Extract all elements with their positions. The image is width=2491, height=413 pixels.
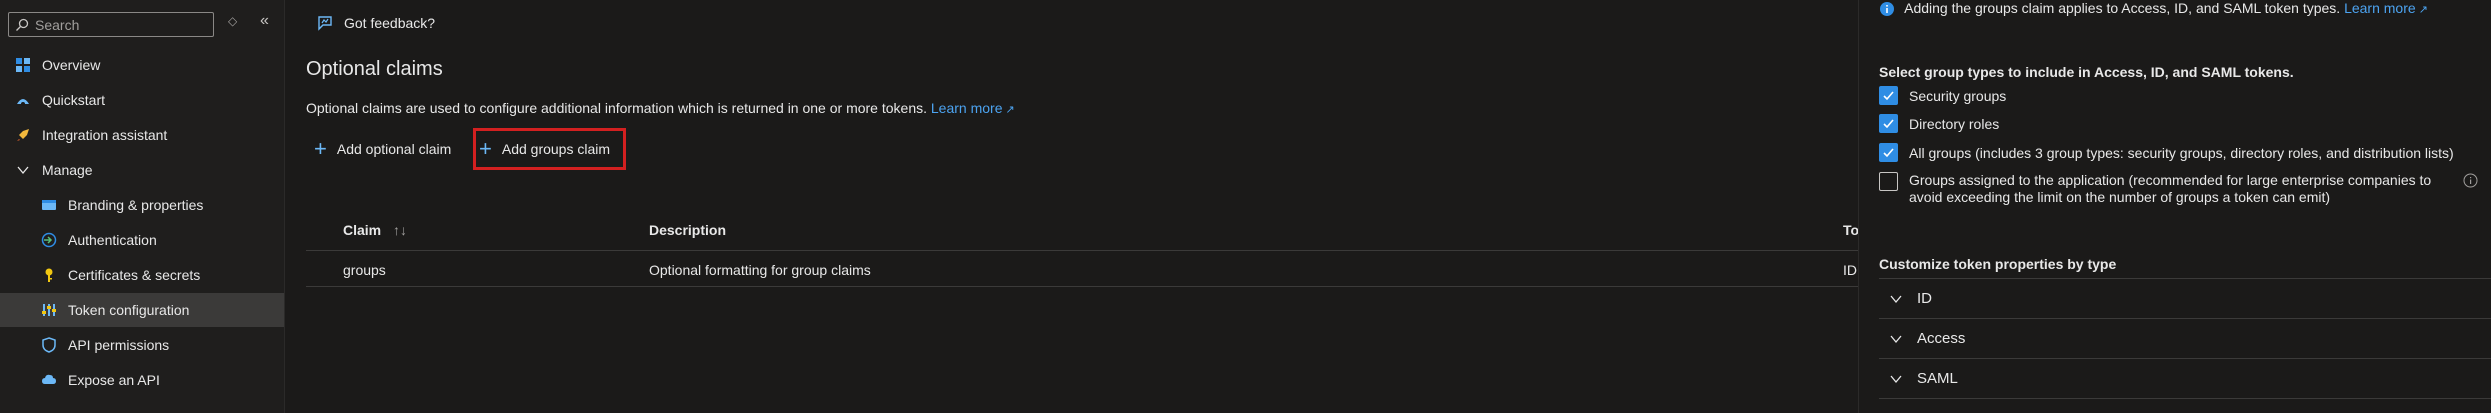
accordion-id[interactable]: ID [1889, 290, 1932, 307]
feedback-label: Got feedback? [344, 15, 436, 31]
search-placeholder: Search [35, 17, 80, 33]
column-header-token-type: To [1843, 222, 1860, 238]
checkbox-checked-icon[interactable] [1879, 143, 1898, 162]
sidebar-item-expose-api[interactable]: Expose an API [0, 363, 284, 397]
sidebar-item-token-configuration[interactable]: Token configuration [0, 293, 284, 327]
chevron-down-icon [1889, 292, 1903, 306]
add-optional-claim-label: Add optional claim [336, 141, 452, 157]
checkbox-checked-icon[interactable] [1879, 86, 1898, 105]
option-groups-assigned[interactable]: Groups assigned to the application (reco… [1879, 172, 2431, 206]
checkbox-unchecked-icon[interactable] [1879, 172, 1898, 191]
section-divider [1879, 358, 2491, 359]
external-link-icon: ↗ [1002, 104, 1015, 116]
accordion-label: SAML [1917, 370, 1958, 387]
learn-more-link[interactable]: Learn more ↗ [931, 100, 1015, 116]
column-header-description: Description [649, 222, 727, 238]
checkbox-checked-icon[interactable] [1879, 114, 1898, 133]
table-cell-token-type: ID [1843, 262, 1857, 278]
option-label: Groups assigned to the application (reco… [1909, 172, 2431, 206]
sidebar-item-label: Quickstart [42, 92, 106, 108]
branding-icon [40, 196, 58, 214]
plus-icon: + [479, 136, 492, 161]
option-label-line2: avoid exceeding the limit on the number … [1909, 189, 2331, 205]
plus-icon: + [314, 136, 327, 161]
accordion-label: Access [1917, 330, 1966, 347]
page-title: Optional claims [306, 58, 443, 80]
sidebar-item-label: Expose an API [68, 372, 160, 388]
accordion-saml[interactable]: SAML [1889, 370, 1958, 387]
sidebar-item-label: API permissions [68, 337, 170, 353]
section-divider [1879, 398, 2491, 399]
external-link-icon: ↗ [2415, 4, 2428, 16]
sidebar-item-api-permissions[interactable]: API permissions [0, 328, 284, 362]
sort-toggle-icon[interactable]: ◇ [228, 14, 237, 28]
customize-heading: Customize token properties by type [1879, 256, 2117, 272]
api-permissions-icon [40, 336, 58, 354]
table-row-divider [306, 286, 1858, 287]
feedback-button[interactable]: Got feedback? [316, 14, 435, 32]
overview-icon [14, 56, 32, 74]
quickstart-icon [14, 91, 32, 109]
sidebar-item-label: Branding & properties [68, 197, 204, 213]
sidebar-item-label: Authentication [68, 232, 157, 248]
option-security-groups[interactable]: Security groups [1879, 86, 2006, 105]
table-cell-claim: groups [343, 262, 386, 278]
add-groups-claim-button[interactable]: + Add groups claim [479, 138, 610, 160]
table-header-divider [306, 250, 1858, 251]
option-directory-roles[interactable]: Directory roles [1879, 114, 1999, 133]
collapse-sidebar-icon[interactable]: « [260, 12, 269, 30]
select-group-types-heading: Select group types to include in Access,… [1879, 64, 2294, 80]
option-all-groups[interactable]: All groups (includes 3 group types: secu… [1879, 143, 2454, 162]
sort-icon: ↑↓ [393, 222, 408, 238]
table-cell-description: Optional formatting for group claims [649, 262, 871, 278]
info-message: Adding the groups claim applies to Acces… [1879, 0, 2428, 17]
authentication-icon [40, 231, 58, 249]
description-body: Optional claims are used to configure ad… [306, 100, 927, 116]
sidebar-item-authentication[interactable]: Authentication [0, 223, 284, 257]
sidebar-item-overview[interactable]: Overview [0, 48, 284, 82]
info-tooltip-icon[interactable] [2463, 173, 2478, 191]
add-groups-claim-label: Add groups claim [501, 141, 611, 157]
sidebar-item-quickstart[interactable]: Quickstart [0, 83, 284, 117]
chevron-down-icon [1889, 332, 1903, 346]
sidebar-item-branding[interactable]: Branding & properties [0, 188, 284, 222]
key-icon [40, 266, 58, 284]
info-learn-more-label: Learn more [2344, 0, 2416, 16]
chevron-down-icon [14, 161, 32, 179]
add-optional-claim-button[interactable]: + Add optional claim [314, 138, 451, 160]
info-learn-more-link[interactable]: Learn more ↗ [2344, 0, 2428, 16]
search-input[interactable]: Search [8, 12, 214, 37]
sidebar-item-label: Overview [42, 57, 101, 73]
rocket-icon [14, 126, 32, 144]
sidebar-item-label: Manage [42, 162, 93, 178]
section-divider [1879, 318, 2491, 319]
sidebar-item-label: Token configuration [68, 302, 190, 318]
sidebar-item-label: Certificates & secrets [68, 267, 201, 283]
option-label: Security groups [1909, 87, 2007, 104]
option-label: Directory roles [1909, 115, 2000, 132]
sidebar-item-manage[interactable]: Manage [0, 153, 284, 187]
column-header-label: Claim [343, 222, 382, 238]
info-icon [1879, 1, 1895, 17]
section-divider [1879, 278, 2491, 279]
sidebar-item-integration-assistant[interactable]: Integration assistant [0, 118, 284, 152]
cloud-icon [40, 371, 58, 389]
accordion-access[interactable]: Access [1889, 330, 1965, 347]
sidebar-item-certificates[interactable]: Certificates & secrets [0, 258, 284, 292]
accordion-label: ID [1917, 290, 1932, 307]
search-icon [16, 18, 29, 31]
column-header-claim[interactable]: Claim ↑↓ [343, 222, 407, 238]
token-config-icon [40, 301, 58, 319]
groups-claim-panel: Adding the groups claim applies to Acces… [1858, 0, 2491, 413]
feedback-icon [316, 14, 334, 32]
info-text: Adding the groups claim applies to Acces… [1904, 0, 2341, 16]
sidebar-item-label: Integration assistant [42, 127, 168, 143]
description-text: Optional claims are used to configure ad… [306, 100, 1015, 116]
learn-more-label: Learn more [930, 100, 1003, 116]
sidebar: Search ◇ « Overview Quickstart Integrati… [0, 0, 285, 413]
option-label: All groups (includes 3 group types: secu… [1909, 144, 2454, 161]
chevron-down-icon [1889, 372, 1903, 386]
option-label-line1: Groups assigned to the application (reco… [1909, 172, 2432, 188]
